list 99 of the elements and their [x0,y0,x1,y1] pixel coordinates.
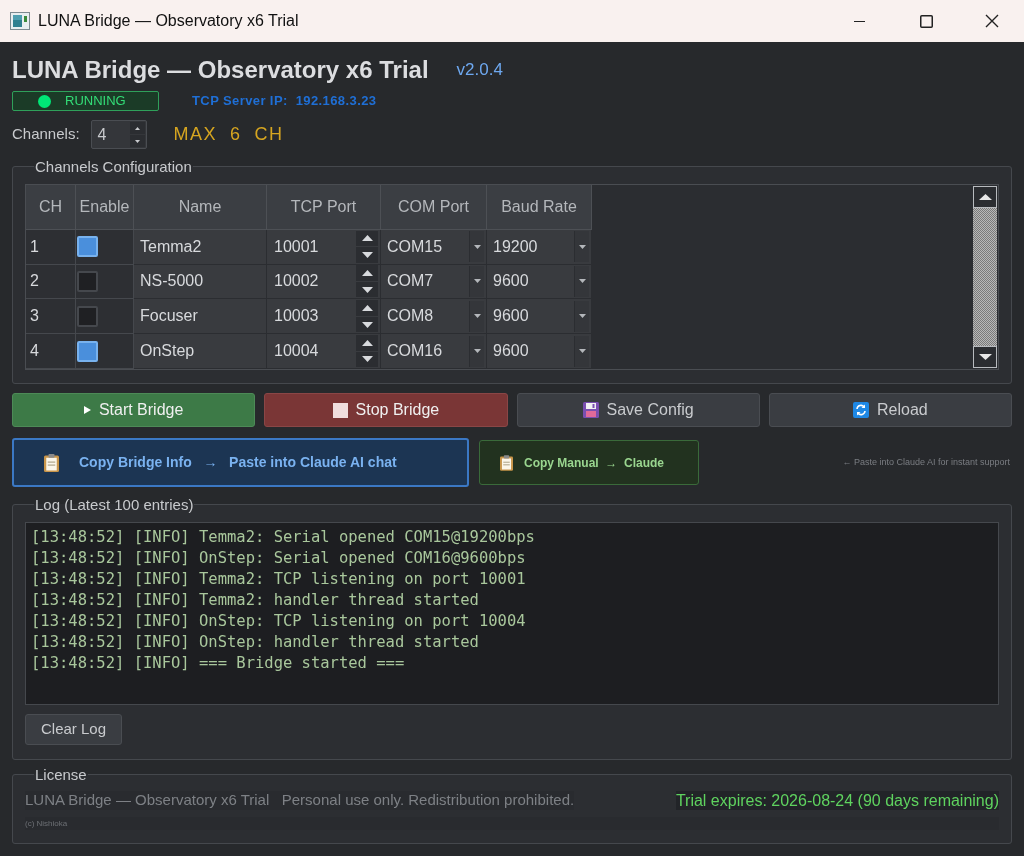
port-spinbox[interactable]: 10003 [267,299,381,335]
maximize-icon [920,14,933,28]
scroll-up-button[interactable] [973,186,997,208]
spin-down-button[interactable] [356,351,378,368]
column-header[interactable]: TCP Port [267,185,381,230]
column-header[interactable]: COM Port [381,185,487,230]
spin-down-button[interactable] [356,316,378,333]
spin-down-button[interactable] [129,135,145,147]
down-arrow-icon [361,251,373,258]
table-cell: 4 [26,334,76,369]
enable-checkbox[interactable] [77,305,98,327]
window-title: LUNA Bridge — Observatory x6 Trial [38,11,299,31]
scroll-down-button[interactable] [973,346,997,368]
max-channels-label: MAX 6 CH [173,123,284,146]
column-header[interactable]: CH [26,185,76,230]
spin-down-button[interactable] [356,281,378,298]
down-arrow-icon [361,286,373,293]
support-hint: ← Paste into Claude AI for instant support [842,455,1010,469]
port-spinbox[interactable]: 10002 [267,264,381,300]
baud-rate-dropdown[interactable]: 9600 [487,264,592,300]
spin-up-button[interactable] [356,230,378,247]
panel-title: Channels Configuration [34,158,193,175]
name-field[interactable]: OnStep [134,334,267,369]
reload-button[interactable]: Reload [768,393,1012,427]
clear-log-button[interactable]: Clear Log [25,714,122,745]
panel-title: License [34,766,88,783]
baud-rate-dropdown[interactable]: 9600 [487,299,592,335]
clipboard-icon [44,453,59,472]
enable-checkbox[interactable] [77,340,98,362]
table-cell: 2 [26,264,76,300]
caret-icon [578,349,586,354]
down-arrow-icon [361,356,373,363]
log-line: [13:48:52] [INFO] Temma2: TCP listening on port 10001 [31,569,527,590]
table-cell: 3 [26,299,76,335]
close-icon [985,14,999,28]
com-port-dropdown[interactable]: COM15 [381,229,487,265]
name-field[interactable]: NS-5000 [134,264,267,300]
table-cell: 1 [26,229,76,265]
start-button[interactable]: Start Bridge [12,393,256,427]
server-ip-label: TCP Server IP: 192.168.3.23 [192,92,377,111]
app-title: LUNA Bridge — Observatory x6 Trial [12,55,429,85]
up-arrow-icon [361,270,373,277]
minimize-icon [854,20,865,22]
save-config-button[interactable]: Save Config [516,393,760,427]
enable-checkbox[interactable] [77,270,98,292]
column-header[interactable]: Enable [76,185,134,230]
log-line: [13:48:52] [INFO] OnStep: handler thread started [31,632,480,653]
copy-bridge-info-button[interactable]: Copy Bridge Info → Paste into Claude AI chat [12,438,469,487]
panel-title: Log (Latest 100 entries) [34,496,195,513]
spin-up-button[interactable] [356,265,378,281]
column-header[interactable]: Baud Rate [487,185,592,230]
caret-icon [473,279,481,284]
trial-expiry-label: Trial expires: 2026-08-24 (90 days remaining) [675,791,999,810]
caret-icon [578,314,586,319]
stop-button[interactable]: Stop Bridge [264,393,508,427]
up-arrow-icon [361,235,373,242]
status-label: RUNNING [65,92,126,111]
com-port-dropdown[interactable]: COM7 [381,264,487,300]
caret-icon [473,314,481,319]
caret-icon [473,349,481,354]
reload-icon [853,402,869,418]
log-line: [13:48:52] [INFO] OnStep: TCP listening on port 10004 [31,611,527,632]
license-notice: LUNA Bridge — Observatory x6 Trial Personal use only. Redistribution prohibited. [25,791,575,810]
up-arrow-icon [361,305,373,312]
up-arrow-icon [978,194,992,200]
caret-icon [473,244,481,249]
spin-up-button[interactable] [129,122,145,134]
stop-icon [332,402,348,418]
baud-rate-dropdown[interactable]: 9600 [487,334,592,369]
baud-rate-dropdown[interactable]: 19200 [487,229,592,265]
down-arrow-icon [978,354,992,360]
log-line: [13:48:52] [INFO] Temma2: Serial opened COM15@19200bps [31,527,536,548]
log-line: [13:48:52] [INFO] === Bridge started === [31,653,406,674]
port-spinbox[interactable]: 10001 [267,229,381,265]
spin-down-button[interactable] [356,247,378,263]
clipboard-icon [500,454,513,471]
down-arrow-icon [361,321,373,328]
log-line: [13:48:52] [INFO] OnStep: Serial opened COM16@9600bps [31,548,527,569]
spin-up-button[interactable] [356,335,378,351]
log-line: [13:48:52] [INFO] Temma2: handler thread started [31,590,480,611]
up-arrow-icon [361,339,373,346]
caret-icon [578,244,586,249]
down-arrow-icon [134,139,140,143]
version-label: v2.0.4 [456,59,503,82]
up-arrow-icon [134,126,140,130]
com-port-dropdown[interactable]: COM8 [381,299,487,335]
play-icon [83,406,91,414]
port-spinbox[interactable]: 10004 [267,334,381,369]
com-port-dropdown[interactable]: COM16 [381,334,487,369]
column-header[interactable]: Name [134,185,267,230]
app-icon [10,12,30,30]
caret-icon [578,279,586,284]
name-field[interactable]: Focuser [134,299,267,335]
spin-up-button[interactable] [356,300,378,316]
channels-spinbox[interactable]: 4 [90,120,147,149]
copy-manual-button[interactable]: Copy Manual → Claude [479,440,699,485]
name-field[interactable]: Temma2 [134,229,267,265]
channels-label: Channels: [12,124,80,145]
enable-checkbox[interactable] [77,236,98,258]
